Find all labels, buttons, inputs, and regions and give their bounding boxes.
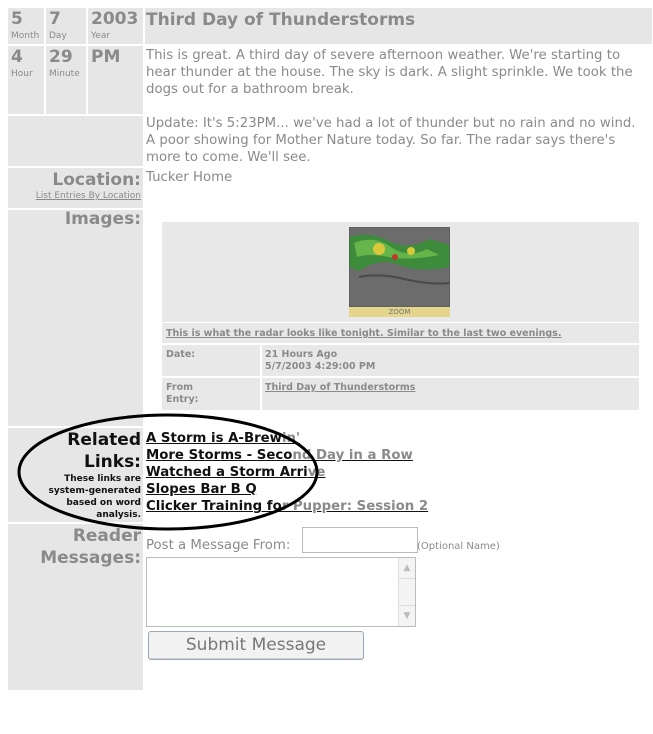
location-value: Tucker Home [146, 170, 233, 185]
post-from-label: Post a Message From: [146, 538, 291, 553]
annotation-oval [17, 413, 319, 531]
year-value: 2003 [91, 9, 139, 29]
hour-cell: 4 Hour [8, 46, 44, 114]
ampm-cell: PM [88, 46, 143, 114]
minute-label: Minute [49, 69, 80, 79]
hour-label: Hour [11, 69, 33, 79]
image-date-relative: 21 Hours Ago [265, 349, 338, 360]
spacer-cell [8, 116, 143, 166]
ampm-value: PM [91, 47, 121, 67]
messages-label-1: Reader [72, 526, 141, 546]
month-value: 5 [11, 9, 23, 29]
image-date-label: Date: [166, 349, 196, 360]
hour-value: 4 [11, 47, 23, 67]
submit-message-button[interactable]: Submit Message [148, 631, 364, 660]
image-from-label-1: From [166, 382, 193, 393]
radar-image [349, 227, 450, 307]
zoom-bar[interactable]: ZOOM [349, 307, 450, 317]
day-label: Day [49, 31, 67, 41]
location-label: Location: [52, 170, 141, 190]
entry-title: Third Day of Thunderstorms [146, 10, 416, 30]
year-cell: 2003 Year [88, 8, 143, 44]
image-from-label-2: Entry: [166, 394, 199, 405]
minute-value: 29 [49, 47, 73, 67]
card-divider [162, 376, 639, 378]
scroll-down-icon[interactable]: ▼ [399, 605, 415, 626]
card-divider [162, 322, 639, 323]
day-value: 7 [49, 9, 61, 29]
year-label: Year [91, 31, 111, 41]
card-divider [162, 343, 639, 345]
radar-thumbnail[interactable] [349, 227, 450, 307]
entry-paragraph-1: This is great. A third day of severe aft… [146, 48, 633, 97]
textarea-scrollbar[interactable]: ▲ ▼ [398, 558, 415, 626]
optional-name-hint: (Optional Name) [417, 541, 500, 552]
list-entries-by-location-link[interactable]: List Entries By Location [36, 191, 141, 201]
message-textarea[interactable]: ▲ ▼ [146, 557, 416, 627]
messages-label-2: Messages: [40, 548, 141, 568]
images-label: Images: [64, 209, 141, 229]
month-label: Month [11, 31, 40, 41]
minute-cell: 29 Minute [46, 46, 86, 114]
image-date-full: 5/7/2003 4:29:00 PM [265, 361, 376, 372]
month-cell: 5 Month [8, 8, 44, 44]
scroll-up-icon[interactable]: ▲ [399, 558, 415, 579]
image-from-entry-link[interactable]: Third Day of Thunderstorms [265, 382, 415, 393]
images-cell [8, 210, 143, 426]
day-cell: 7 Day [46, 8, 86, 44]
name-input[interactable] [302, 527, 418, 553]
entry-paragraph-2: Update: It's 5:23PM... we've had a lot o… [146, 116, 636, 165]
image-caption-link[interactable]: This is what the radar looks like tonigh… [166, 328, 561, 339]
